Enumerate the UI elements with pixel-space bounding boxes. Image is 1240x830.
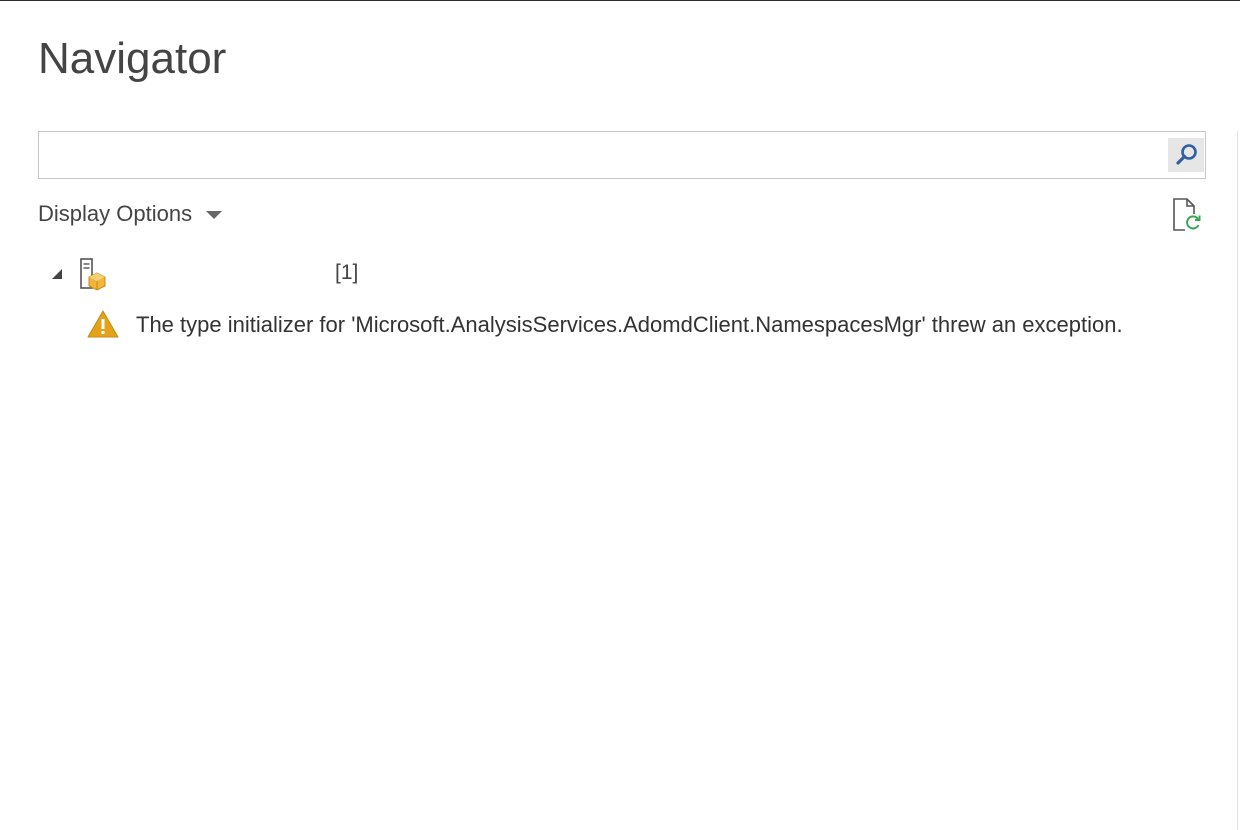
display-options-label: Display Options xyxy=(38,201,193,226)
chevron-down-icon xyxy=(206,211,223,219)
display-options-dropdown[interactable]: Display Options xyxy=(38,199,223,229)
tree-node-count: [1] xyxy=(335,261,359,284)
tree-error-item: The type initializer for 'Microsoft.Anal… xyxy=(86,307,1226,343)
warning-icon xyxy=(87,310,119,338)
search-box xyxy=(38,131,1206,179)
error-message: The type initializer for 'Microsoft.Anal… xyxy=(136,312,1123,337)
page-title: Navigator xyxy=(38,34,227,83)
pane-divider xyxy=(1237,131,1238,830)
search-input[interactable] xyxy=(39,132,1159,178)
search-icon xyxy=(1176,144,1197,165)
expand-collapse-triangle-icon[interactable] xyxy=(50,267,64,281)
tree-node-server[interactable]: [1] xyxy=(44,257,444,293)
refresh-button[interactable] xyxy=(1170,197,1204,233)
refresh-document-icon xyxy=(1173,198,1202,231)
search-button[interactable] xyxy=(1168,138,1204,172)
navigator-window: Navigator Display Options [1] The type i… xyxy=(0,0,1240,830)
analysis-server-icon xyxy=(80,258,106,291)
